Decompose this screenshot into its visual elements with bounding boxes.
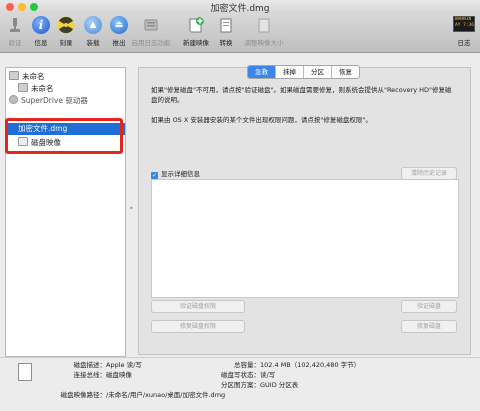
tab-bar: 急救 抹掉 分区 恢复 [247, 65, 360, 79]
microscope-icon [10, 18, 20, 32]
eject-icon: ⏏ [110, 16, 128, 34]
convert-icon [220, 18, 232, 33]
first-aid-panel: 急救 抹掉 分区 恢复 如果"修复磁盘"不可用，请点按"验证磁盘"。如果磁盘需要… [138, 65, 471, 355]
optical-drive-icon [9, 95, 18, 104]
mount-icon: ▲ [84, 16, 102, 34]
tab-erase[interactable]: 抹掉 [276, 66, 304, 78]
verify-permissions-button[interactable]: 验证磁盘权限 [151, 300, 245, 313]
new-image-button[interactable]: 新建映像 [180, 16, 212, 50]
checkmark-icon: ✓ [151, 172, 158, 179]
tab-restore[interactable]: 恢复 [332, 66, 359, 78]
first-aid-description-2: 如果由 OS X 安装器安装的某个文件出现权限问题，请点按"修复磁盘权限"。 [151, 116, 372, 124]
sidebar-item-superdrive[interactable]: SuperDrive 驱动器 [6, 95, 128, 107]
info-left: 磁盘描述：Apple 读/写 连接总线：磁盘映像 [73, 361, 142, 379]
convert-button[interactable]: 转换 [212, 16, 240, 50]
disk-utility-window: 加密文件.dmg 验证 i 信息 刻录 ▲ 装载 ⏏ 推出 启用日志功能 新建映 [0, 0, 480, 411]
eject-button[interactable]: ⏏ 推出 [105, 16, 133, 50]
volume-icon [18, 83, 28, 92]
log-button[interactable]: WARNIN AY 7:36 日志 [450, 16, 478, 50]
tab-partition[interactable]: 分区 [304, 66, 332, 78]
window-title: 加密文件.dmg [210, 4, 270, 14]
details-log-area [151, 179, 459, 298]
device-sidebar: 未命名 未命名 SuperDrive 驱动器 加密文件.dmg 磁盘映像 [5, 67, 126, 357]
info-path: 磁盘映像路径：/未命名/用户/xunao/桌面/加密文件.dmg [60, 391, 226, 399]
sidebar-item-unnamed-volume[interactable]: 未命名 [6, 83, 137, 95]
journal-icon [144, 19, 158, 31]
enable-journaling-button[interactable]: 启用日志功能 [131, 16, 171, 50]
first-aid-description-1: 如果"修复磁盘"不可用，请点按"验证磁盘"。如果磁盘需要修复，则系统会提供从"R… [151, 86, 452, 104]
toolbar: 验证 i 信息 刻录 ▲ 装载 ⏏ 推出 启用日志功能 新建映像 转换 调整映像… [0, 14, 480, 53]
highlight-annotation-box [5, 118, 123, 154]
burn-button[interactable]: 刻录 [52, 16, 80, 50]
info-button[interactable]: i 信息 [27, 16, 55, 50]
info-divider [0, 357, 480, 358]
show-details-checkbox[interactable]: ✓ 显示详细信息 [151, 168, 200, 179]
info-right: 总容量：102.4 MB（102,420,480 字节） 磁盘写状态：读/写 分… [221, 361, 361, 389]
splitter-handle[interactable]: • [129, 204, 134, 213]
verify-button[interactable]: 验证 [1, 16, 29, 50]
disk-image-document-icon [18, 363, 32, 381]
resize-image-icon [258, 18, 270, 33]
title-bar: 加密文件.dmg [0, 0, 480, 14]
sidebar-item-unnamed-disk[interactable]: 未命名 [6, 71, 128, 83]
new-image-icon [189, 17, 204, 33]
verify-disk-button[interactable]: 验证磁盘 [401, 300, 457, 313]
hard-drive-icon [9, 71, 19, 80]
repair-permissions-button[interactable]: 修复磁盘权限 [151, 320, 245, 333]
tab-first-aid[interactable]: 急救 [248, 66, 276, 78]
resize-image-button[interactable]: 调整映像大小 [244, 16, 284, 50]
mount-button[interactable]: ▲ 装载 [79, 16, 107, 50]
burn-icon [57, 16, 75, 34]
repair-disk-button[interactable]: 修复磁盘 [401, 320, 457, 333]
log-screen-icon: WARNIN AY 7:36 [453, 16, 475, 32]
info-icon: i [32, 16, 50, 34]
